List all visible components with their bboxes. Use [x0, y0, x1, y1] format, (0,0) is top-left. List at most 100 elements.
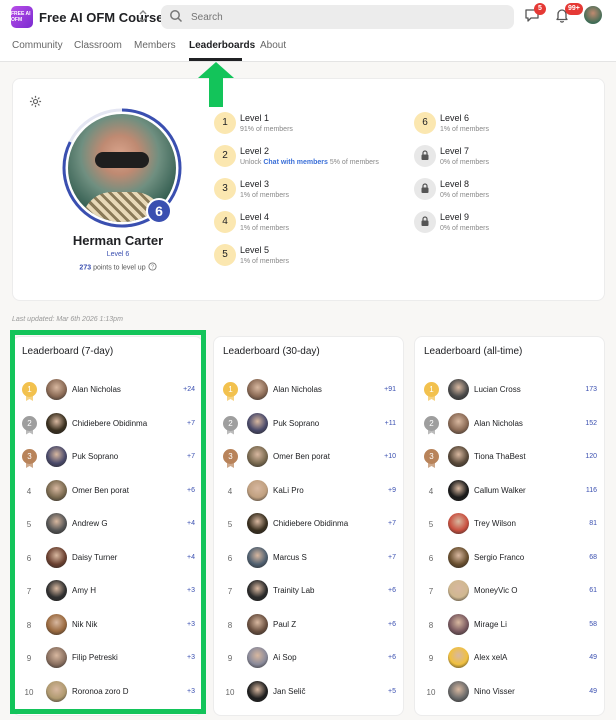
leaderboard-row[interactable]: 5 Trey Wilson 81 [415, 513, 606, 539]
member-avatar[interactable] [448, 412, 469, 434]
member-avatar[interactable] [247, 446, 268, 467]
search-bar[interactable] [161, 5, 514, 29]
leaderboard-row[interactable]: 4 KaLi Pro +9 [214, 479, 405, 506]
member-points: 152 [585, 419, 597, 427]
leaderboard-row[interactable]: 4 Callum Walker 116 [415, 479, 606, 506]
leaderboard-row[interactable]: 2 Puk Soprano +11 [214, 412, 405, 439]
member-avatar[interactable] [247, 647, 268, 668]
leaderboard-row[interactable]: 6 Marcus S +7 [214, 546, 405, 573]
leaderboard-row[interactable]: 5 Chidiebere Obidinma +7 [214, 513, 405, 539]
gold-medal-icon: 1 [424, 382, 439, 397]
leaderboard-row[interactable]: 3 Omer Ben porat +10 [214, 446, 405, 472]
profile-card: 6 Herman Carter Level 6 273 points to le… [12, 78, 605, 301]
leaderboard-row[interactable]: 8 Mirage Li 58 [415, 613, 606, 640]
level-sub: 0% of members [440, 225, 490, 232]
member-name[interactable]: Ai Sop [273, 653, 297, 662]
rank-number: 7 [227, 587, 233, 596]
member-name[interactable]: Paul Z [273, 620, 296, 629]
member-name[interactable]: Alan Nicholas [474, 419, 523, 428]
member-avatar[interactable] [448, 546, 469, 568]
level-title: Level 8 [440, 179, 470, 189]
annotation-arrow-stem [209, 77, 223, 107]
points-value: 273 [79, 264, 92, 272]
user-avatar[interactable] [584, 6, 602, 24]
highlight-annotation-box [10, 330, 206, 714]
member-name[interactable]: MoneyVic O [474, 586, 517, 595]
member-name[interactable]: Jan Selič [273, 687, 305, 696]
rank-number: 10 [225, 687, 235, 697]
member-avatar[interactable] [448, 379, 469, 400]
member-name[interactable]: Callum Walker [474, 486, 526, 495]
member-avatar[interactable] [247, 479, 268, 501]
tab-classroom[interactable]: Classroom [74, 40, 122, 51]
rank-number: 8 [428, 620, 434, 630]
member-points: +9 [388, 486, 396, 494]
level-circle: 5 [214, 244, 236, 266]
level-sub: 91% of members [240, 126, 293, 133]
leaderboard-row[interactable]: 7 MoneyVic O 61 [415, 580, 606, 606]
member-name[interactable]: Trainity Lab [273, 586, 315, 595]
member-avatar[interactable] [247, 613, 268, 635]
member-name[interactable]: Marcus S [273, 553, 307, 562]
tab-members[interactable]: Members [134, 40, 176, 51]
silver-medal-icon: 2 [424, 415, 439, 431]
member-avatar[interactable] [247, 379, 268, 400]
member-avatar[interactable] [247, 580, 268, 601]
leaderboard-row[interactable]: 10 Nino Visser 49 [415, 680, 606, 707]
leaderboard-row[interactable]: 7 Trainity Lab +6 [214, 580, 405, 606]
member-name[interactable]: Nino Visser [474, 687, 515, 696]
member-name[interactable]: Puk Soprano [273, 419, 319, 428]
member-name[interactable]: Omer Ben porat [273, 452, 330, 461]
search-input[interactable] [191, 9, 491, 25]
member-points: 120 [585, 453, 597, 460]
leaderboard-row[interactable]: 9 Alex xelA 49 [415, 647, 606, 673]
course-logo[interactable]: FREE AI OFM [11, 6, 33, 28]
level-title: Level 4 [240, 212, 270, 222]
leaderboard-row[interactable]: 3 Tiona ThaBest 120 [415, 446, 606, 472]
bronze-medal-icon: 3 [424, 449, 439, 464]
rank-number: 6 [227, 553, 233, 563]
tab-about[interactable]: About [260, 40, 286, 51]
level-sub: 1% of members [440, 126, 490, 133]
member-name[interactable]: Mirage Li [474, 620, 507, 629]
member-name[interactable]: Chidiebere Obidinma [273, 519, 348, 528]
member-avatar[interactable] [448, 647, 469, 668]
member-points: 49 [589, 654, 597, 661]
chat-with-members-link[interactable]: Chat with members [263, 159, 328, 166]
leaderboard-row[interactable]: 10 Jan Selič +5 [214, 680, 405, 707]
member-points: +5 [388, 687, 396, 695]
leaderboard-row[interactable]: 2 Alan Nicholas 152 [415, 412, 606, 439]
leaderboard-row[interactable]: 6 Sergio Franco 68 [415, 546, 606, 573]
member-name[interactable]: Alan Nicholas [273, 385, 322, 394]
member-name[interactable]: Sergio Franco [474, 553, 524, 562]
member-avatar[interactable] [247, 412, 268, 434]
member-avatar[interactable] [247, 546, 268, 568]
member-name[interactable]: Alex xelA [474, 653, 507, 662]
leaderboard-row[interactable]: 1 Lucian Cross 173 [415, 379, 606, 405]
tab-leaderboards[interactable]: Leaderboards [189, 40, 255, 51]
gear-icon[interactable] [29, 95, 42, 113]
leaderboard-row[interactable]: 1 Alan Nicholas +91 [214, 379, 405, 405]
member-avatar[interactable] [247, 513, 268, 534]
member-avatar[interactable] [448, 613, 469, 635]
level-sub: 1% of members [240, 258, 290, 265]
member-avatar[interactable] [448, 680, 469, 702]
member-name[interactable]: KaLi Pro [273, 486, 304, 495]
member-avatar[interactable] [448, 479, 469, 501]
member-name[interactable]: Lucian Cross [474, 385, 521, 394]
member-points: 49 [589, 687, 597, 695]
member-avatar[interactable] [247, 680, 268, 702]
chevron-up-down-icon[interactable] [137, 8, 149, 26]
member-points: 61 [589, 587, 597, 594]
member-name[interactable]: Tiona ThaBest [474, 452, 526, 461]
leaderboard-row[interactable]: 9 Ai Sop +6 [214, 647, 405, 673]
member-avatar[interactable] [448, 446, 469, 467]
help-icon[interactable]: ? [148, 262, 157, 273]
member-name[interactable]: Trey Wilson [474, 519, 516, 528]
leaderboard-all-time: Leaderboard (all-time) 1 Lucian Cross 173 2… [414, 336, 605, 716]
member-avatar[interactable] [448, 513, 469, 534]
tab-community[interactable]: Community [12, 40, 63, 51]
member-avatar[interactable] [448, 580, 469, 601]
leaderboard-row[interactable]: 8 Paul Z +6 [214, 613, 405, 640]
board-title: Leaderboard (30-day) [223, 346, 320, 357]
